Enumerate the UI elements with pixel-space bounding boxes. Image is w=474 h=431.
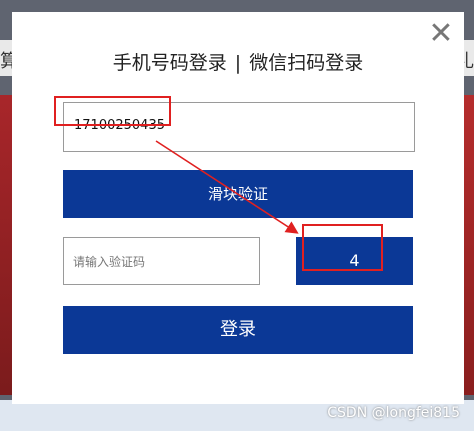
- close-icon[interactable]: ✕: [426, 19, 456, 50]
- login-tabs: 手机号码登录 | 微信扫码登录: [12, 48, 464, 75]
- login-button[interactable]: 登录: [63, 306, 413, 354]
- login-modal: ✕ 手机号码登录 | 微信扫码登录 17100250435 滑块验证 请输入验证码 …: [12, 12, 464, 404]
- watermark: CSDN @longfei815: [327, 405, 460, 421]
- annotation-code-highlight: [302, 224, 383, 271]
- slider-verify-button[interactable]: 滑块验证: [63, 170, 413, 218]
- verification-code-placeholder: 请输入验证码: [73, 255, 146, 269]
- tab-separator: |: [234, 52, 242, 74]
- tab-phone-login[interactable]: 手机号码登录: [113, 52, 227, 74]
- verification-code-input[interactable]: 请输入验证码: [63, 237, 260, 285]
- annotation-phone-highlight: [54, 96, 171, 126]
- tab-wechat-login[interactable]: 微信扫码登录: [249, 52, 363, 74]
